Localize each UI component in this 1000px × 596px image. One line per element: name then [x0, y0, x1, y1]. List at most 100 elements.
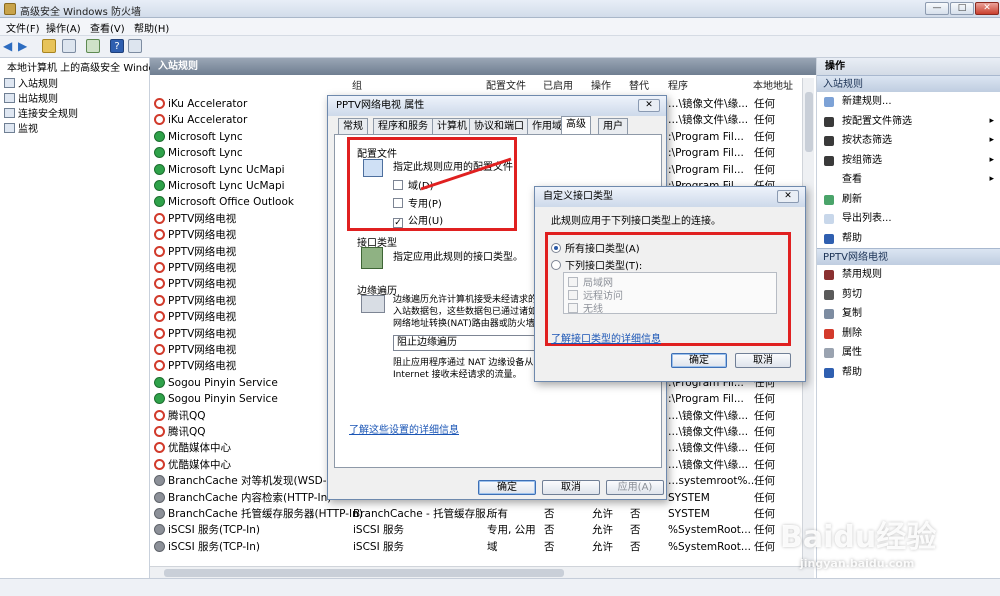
block-rule-icon [154, 311, 165, 323]
col-action[interactable]: 操作 [591, 77, 611, 92]
properties-cancel-button[interactable]: 取消 [542, 480, 600, 495]
col-group[interactable]: 组 [352, 77, 362, 92]
action-item[interactable]: 删除 [817, 324, 1000, 344]
checkbox-box [568, 303, 578, 313]
action-item[interactable]: 导出列表... [817, 209, 1000, 229]
back-icon[interactable]: ◀ [3, 39, 17, 53]
up-folder-icon[interactable] [42, 39, 56, 53]
disabled-rule-icon [154, 491, 165, 503]
horizontal-scrollbar[interactable] [150, 566, 814, 578]
table-row[interactable]: BranchCache 托管缓存服务器(HTTP-In) BranchCache … [154, 506, 800, 522]
cell-text: Microsoft Lync [168, 147, 243, 160]
cell-name: PPTV网络电视 [154, 293, 236, 309]
show-tree-icon[interactable] [62, 39, 76, 53]
tab-advanced[interactable]: 高级 [561, 116, 591, 134]
properties-dialog-title: PPTV网络电视 属性 [328, 96, 666, 116]
menu-help[interactable]: 帮助(H) [134, 20, 169, 35]
radio-all-interfaces[interactable]: 所有接口类型(A) [551, 240, 640, 255]
cell-name: PPTV网络电视 [154, 260, 236, 276]
edge-note: 阻止应用程序通过 NAT 边缘设备从 Internet 接收未经请求的流量。 [393, 358, 534, 380]
cell-text: 任何 [754, 409, 775, 422]
cell-program: %SystemRoot... [668, 522, 751, 538]
action-item[interactable]: 按组筛选 ▸ [817, 151, 1000, 171]
tab-computers[interactable]: 计算机 [432, 118, 472, 134]
cell-text: …\镜像文件\缘... [668, 409, 749, 422]
action-item[interactable]: 按状态筛选 ▸ [817, 131, 1000, 151]
export-icon[interactable] [86, 39, 100, 53]
action-item[interactable]: 刷新 [817, 190, 1000, 210]
cell-name: iSCSI 服务(TCP-In) [154, 522, 260, 538]
cell-text: PPTV网络电视 [168, 278, 237, 291]
tree-root[interactable]: 本地计算机 上的高级安全 Windo [0, 61, 155, 76]
tree-item-connection-security[interactable]: 连接安全规则 [4, 107, 78, 122]
cell-action: 允许 [592, 539, 613, 555]
block-rule-icon [154, 442, 165, 454]
cell-text: PPTV网络电视 [168, 262, 237, 274]
cell-local: 任何 [754, 112, 775, 128]
settings-help-link[interactable]: 了解这些设置的详细信息 [349, 421, 459, 436]
actions-section-inbound[interactable]: 入站规则 [817, 75, 1000, 92]
col-program[interactable]: 程序 [668, 77, 688, 92]
profile-private-checkbox[interactable]: 专用(P) [393, 195, 442, 210]
col-override[interactable]: 替代 [629, 77, 649, 92]
action-item[interactable]: 按配置文件筛选 ▸ [817, 112, 1000, 132]
interface-help-link[interactable]: 了解接口类型的详细信息 [551, 330, 661, 345]
col-profile[interactable]: 配置文件 [486, 77, 526, 92]
table-row[interactable]: iSCSI 服务(TCP-In) iSCSI 服务 域 否 允许 否 %SystemRoot… [154, 539, 800, 555]
status-bar [0, 578, 1000, 596]
action-item[interactable]: 帮助 [817, 229, 1000, 249]
radio-these-interfaces[interactable]: 下列接口类型(T): [551, 257, 642, 272]
allow-rule-icon [154, 180, 165, 191]
action-item[interactable]: 新建规则... [817, 92, 1000, 112]
maximize-button[interactable]: □ [950, 2, 974, 15]
actions-section-rule[interactable]: PPTV网络电视 [817, 248, 1000, 265]
cell-text: iSCSI 服务(TCP-In) [168, 540, 260, 553]
properties-ok-button[interactable]: 确定 [478, 480, 536, 495]
help-icon[interactable]: ? [110, 39, 124, 53]
tree-item-inbound[interactable]: 入站规则 [4, 77, 58, 92]
cell-enabled: 否 [544, 506, 555, 522]
action-item[interactable]: 禁用规则 [817, 265, 1000, 285]
tab-general[interactable]: 常规 [338, 118, 368, 134]
col-local-address[interactable]: 本地地址 [753, 77, 793, 92]
cell-profile: 专用, 公用 [487, 522, 536, 538]
action-item[interactable]: 属性 [817, 343, 1000, 363]
action-item[interactable]: 复制 [817, 304, 1000, 324]
action-item[interactable]: 剪切 [817, 285, 1000, 305]
forward-icon[interactable]: ▶ [18, 39, 32, 53]
interface-cancel-button[interactable]: 取消 [735, 353, 791, 368]
scroll-thumb[interactable] [805, 92, 813, 152]
hscroll-thumb[interactable] [164, 569, 564, 577]
action-item[interactable]: 查看 ▸ [817, 170, 1000, 190]
cell-program: …\镜像文件\缘... [668, 112, 748, 128]
action-item[interactable]: 帮助 [817, 363, 1000, 383]
tree-item-outbound[interactable]: 出站规则 [4, 92, 58, 107]
tab-programs-services[interactable]: 程序和服务 [373, 118, 433, 134]
profile-public-checkbox[interactable]: ✓ 公用(U) [393, 212, 443, 228]
properties-apply-button[interactable]: 应用(A) [606, 480, 664, 495]
table-row[interactable]: iSCSI 服务(TCP-In) iSCSI 服务 专用, 公用否允许否 %Syste… [154, 522, 800, 538]
block-rule-icon [154, 229, 165, 241]
type-wireless-checkbox[interactable]: 无线 [568, 300, 603, 315]
cell-local: 任何 [754, 473, 775, 489]
menu-view[interactable]: 查看(V) [90, 20, 125, 35]
tab-users[interactable]: 用户 [598, 118, 628, 134]
checkbox-label: 公用(U) [408, 216, 444, 227]
cell-local: 任何 [754, 145, 775, 161]
tree-item-monitor[interactable]: 监视 [4, 122, 38, 137]
action-pane-icon[interactable] [128, 39, 142, 53]
properties-close-button[interactable]: ✕ [638, 99, 660, 112]
close-button[interactable]: ✕ [975, 2, 999, 15]
interface-ok-button[interactable]: 确定 [671, 353, 727, 368]
cell-text: 优酷媒体中心 [168, 442, 231, 455]
menu-action[interactable]: 操作(A) [46, 20, 81, 35]
cell-text: PPTV网络电视 [168, 212, 237, 225]
cell-text: iKu Accelerator [168, 114, 248, 127]
menu-file[interactable]: 文件(F) [6, 20, 40, 35]
interface-close-button[interactable]: ✕ [777, 190, 799, 203]
minimize-button[interactable]: — [925, 2, 949, 15]
tab-protocols-ports[interactable]: 协议和端口 [469, 118, 529, 134]
copy-icon [824, 309, 834, 319]
edge-traversal-select[interactable]: 阻止边缘遍历 [393, 335, 543, 351]
col-enabled[interactable]: 已启用 [543, 77, 573, 92]
